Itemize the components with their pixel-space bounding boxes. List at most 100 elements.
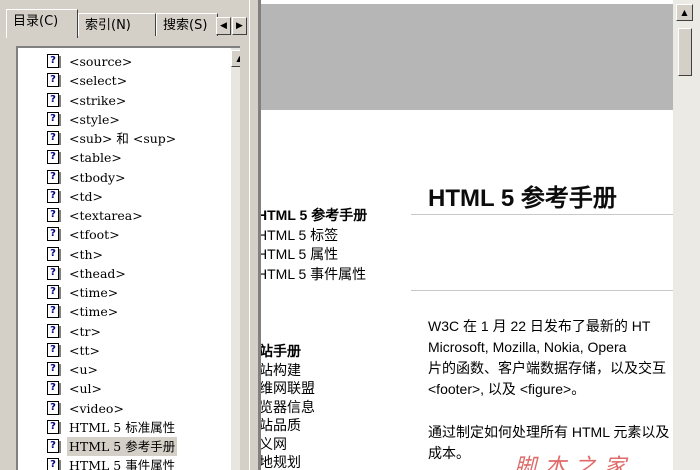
scroll-thumb[interactable] xyxy=(678,28,692,76)
side-menu-link[interactable]: 维网联盟 xyxy=(261,379,315,398)
tree-item-label: HTML 5 标准属性 xyxy=(69,419,176,435)
tree-item[interactable]: ? <thead> xyxy=(18,264,214,283)
tree-item-label: <tr> xyxy=(69,323,101,339)
tree-item-label: <tfoot> xyxy=(69,227,120,243)
tree-item[interactable]: ? <tbody> xyxy=(18,168,214,187)
side-menu-heading[interactable]: HTML 5 参考手册 xyxy=(261,206,367,226)
help-navigation-pane: 目录(C) 索引(N) 搜索(S) ◀ ▶ ? <source>? <select>… xyxy=(0,0,249,470)
tree-item-label: <tt> xyxy=(69,342,100,358)
help-topic-icon: ? xyxy=(47,400,61,415)
tree-item[interactable]: ? <sub> 和 <sup> xyxy=(18,129,214,148)
help-topic-icon: ? xyxy=(47,439,61,453)
tree-item-label: <thead> xyxy=(69,265,126,281)
help-topic-icon: ? xyxy=(47,73,61,88)
help-topic-icon: ? xyxy=(47,246,61,261)
tree-item-label: <table> xyxy=(69,150,122,166)
tab-contents[interactable]: 目录(C) xyxy=(6,9,78,38)
tree-item-label: <time> xyxy=(69,285,119,300)
tree-item[interactable]: ? <td> xyxy=(18,187,214,206)
tree-item[interactable]: ? <video> xyxy=(18,399,214,418)
side-menu-link[interactable]: HTML 5 属性 xyxy=(261,245,367,265)
content-scrollbar[interactable]: ▲ xyxy=(673,0,700,470)
help-topic-icon: ? xyxy=(47,208,61,222)
tree-item[interactable]: ? <textarea> xyxy=(18,206,214,225)
help-topic-icon: ? xyxy=(47,169,61,184)
side-menu-link[interactable]: 站构建 xyxy=(261,361,315,380)
help-topic-icon: ? xyxy=(47,111,61,126)
tree-item[interactable]: ? HTML 5 标准属性 xyxy=(18,418,214,437)
scroll-up-button[interactable]: ▲ xyxy=(676,4,693,21)
divider xyxy=(411,214,673,215)
tree-item[interactable]: ? <time> xyxy=(18,302,214,321)
tree-item-label: <sub> 和 <sup> xyxy=(69,131,177,146)
side-menu-heading[interactable]: 站手册 xyxy=(261,342,315,361)
contents-tree: ? <source>? <select>? <strike>? <style>? <sub… xyxy=(18,52,214,470)
arrow-right-icon: ▶ xyxy=(236,21,243,31)
tree-item-label: <strike> xyxy=(69,92,127,108)
tree-item[interactable]: ? HTML 5 事件属性 xyxy=(18,456,214,470)
arrow-up-icon: ▲ xyxy=(681,8,688,17)
tree-item-label: <source> xyxy=(69,54,133,69)
tree-item[interactable]: ? <tfoot> xyxy=(18,225,214,244)
side-menu-link[interactable]: 站品质 xyxy=(261,416,315,435)
page-side-menu-2: 站手册 站构建 维网联盟 览器信息 站品质 义网 地规划 xyxy=(261,342,315,470)
page-side-menu: HTML 5 参考手册 HTML 5 标签 HTML 5 属性 HTML 5 事… xyxy=(261,206,367,285)
tree-item-label: <u> xyxy=(69,362,98,377)
help-topic-icon: ? xyxy=(47,381,61,396)
tree-item[interactable]: ? <u> xyxy=(18,360,214,379)
tree-item-label: <style> xyxy=(69,111,120,127)
tab-index[interactable]: 索引(N) xyxy=(78,13,156,36)
side-menu-link[interactable]: HTML 5 标签 xyxy=(261,226,367,246)
help-topic-icon: ? xyxy=(47,304,61,319)
tab-scroll-right-button[interactable]: ▶ xyxy=(232,17,247,35)
side-menu-link[interactable]: HTML 5 事件属性 xyxy=(261,265,367,285)
tree-item[interactable]: ? <time> xyxy=(18,283,214,302)
pane-splitter[interactable] xyxy=(249,0,259,470)
tree-item[interactable]: ? HTML 5 参考手册 xyxy=(18,437,214,456)
tree-item[interactable]: ? <strike> xyxy=(18,91,214,110)
page-banner xyxy=(261,4,673,110)
help-topic-icon: ? xyxy=(47,458,61,470)
tree-item-label: HTML 5 事件属性 xyxy=(69,458,176,470)
help-topic-icon: ? xyxy=(47,131,61,145)
tree-item[interactable]: ? <ul> xyxy=(18,379,214,398)
topic-content-pane: HTML 5 参考手册 HTML 5 标签 HTML 5 属性 HTML 5 事… xyxy=(259,0,700,470)
article-paragraph: W3C 在 1 月 22 日发布了最新的 HT Microsoft, Mozil… xyxy=(428,318,666,397)
tree-item-label: <td> xyxy=(69,188,103,204)
tree-item-label: <th> xyxy=(69,246,104,262)
tree-item[interactable]: ? <source> xyxy=(18,52,214,71)
tree-item-label: <tbody> xyxy=(69,169,126,185)
side-menu-link[interactable]: 义网 xyxy=(261,435,315,454)
help-topic-icon: ? xyxy=(47,362,61,376)
tab-search[interactable]: 搜索(S) xyxy=(156,13,218,36)
tree-item-label: <select> xyxy=(69,73,128,89)
tree-item-label: <time> xyxy=(69,304,119,320)
help-topic-icon: ? xyxy=(47,54,61,68)
tree-item[interactable]: ? <tr> xyxy=(18,322,214,341)
divider xyxy=(411,290,673,291)
tree-item[interactable]: ? <th> xyxy=(18,245,214,264)
arrow-up-icon: ▲ xyxy=(236,54,240,63)
help-topic-icon: ? xyxy=(47,188,61,203)
help-topic-icon: ? xyxy=(47,92,61,107)
help-topic-icon: ? xyxy=(47,150,61,165)
tree-item-label: <textarea> xyxy=(69,208,143,223)
scroll-up-button[interactable]: ▲ xyxy=(231,50,240,67)
tree-item[interactable]: ? <table> xyxy=(18,148,214,167)
tree-item[interactable]: ? <style> xyxy=(18,110,214,129)
tab-scroll-left-button[interactable]: ◀ xyxy=(216,17,231,35)
help-topic-icon: ? xyxy=(47,323,61,338)
contents-tree-panel: ? <source>? <select>? <strike>? <style>? <sub… xyxy=(16,46,240,470)
tree-item-label: <ul> xyxy=(69,381,102,397)
help-topic-icon: ? xyxy=(47,419,61,434)
help-topic-icon: ? xyxy=(47,342,61,357)
tree-item-label: <video> xyxy=(69,400,124,416)
nav-tab-strip: 目录(C) 索引(N) 搜索(S) ◀ ▶ xyxy=(6,9,249,38)
side-menu-link[interactable]: 地规划 xyxy=(261,453,315,470)
tree-scrollbar[interactable]: ▲ xyxy=(231,48,240,470)
tree-item[interactable]: ? <select> xyxy=(18,71,214,90)
arrow-left-icon: ◀ xyxy=(220,21,227,31)
watermark: 脚本之家 xyxy=(514,455,635,470)
side-menu-link[interactable]: 览器信息 xyxy=(261,398,315,417)
tree-item[interactable]: ? <tt> xyxy=(18,341,214,360)
